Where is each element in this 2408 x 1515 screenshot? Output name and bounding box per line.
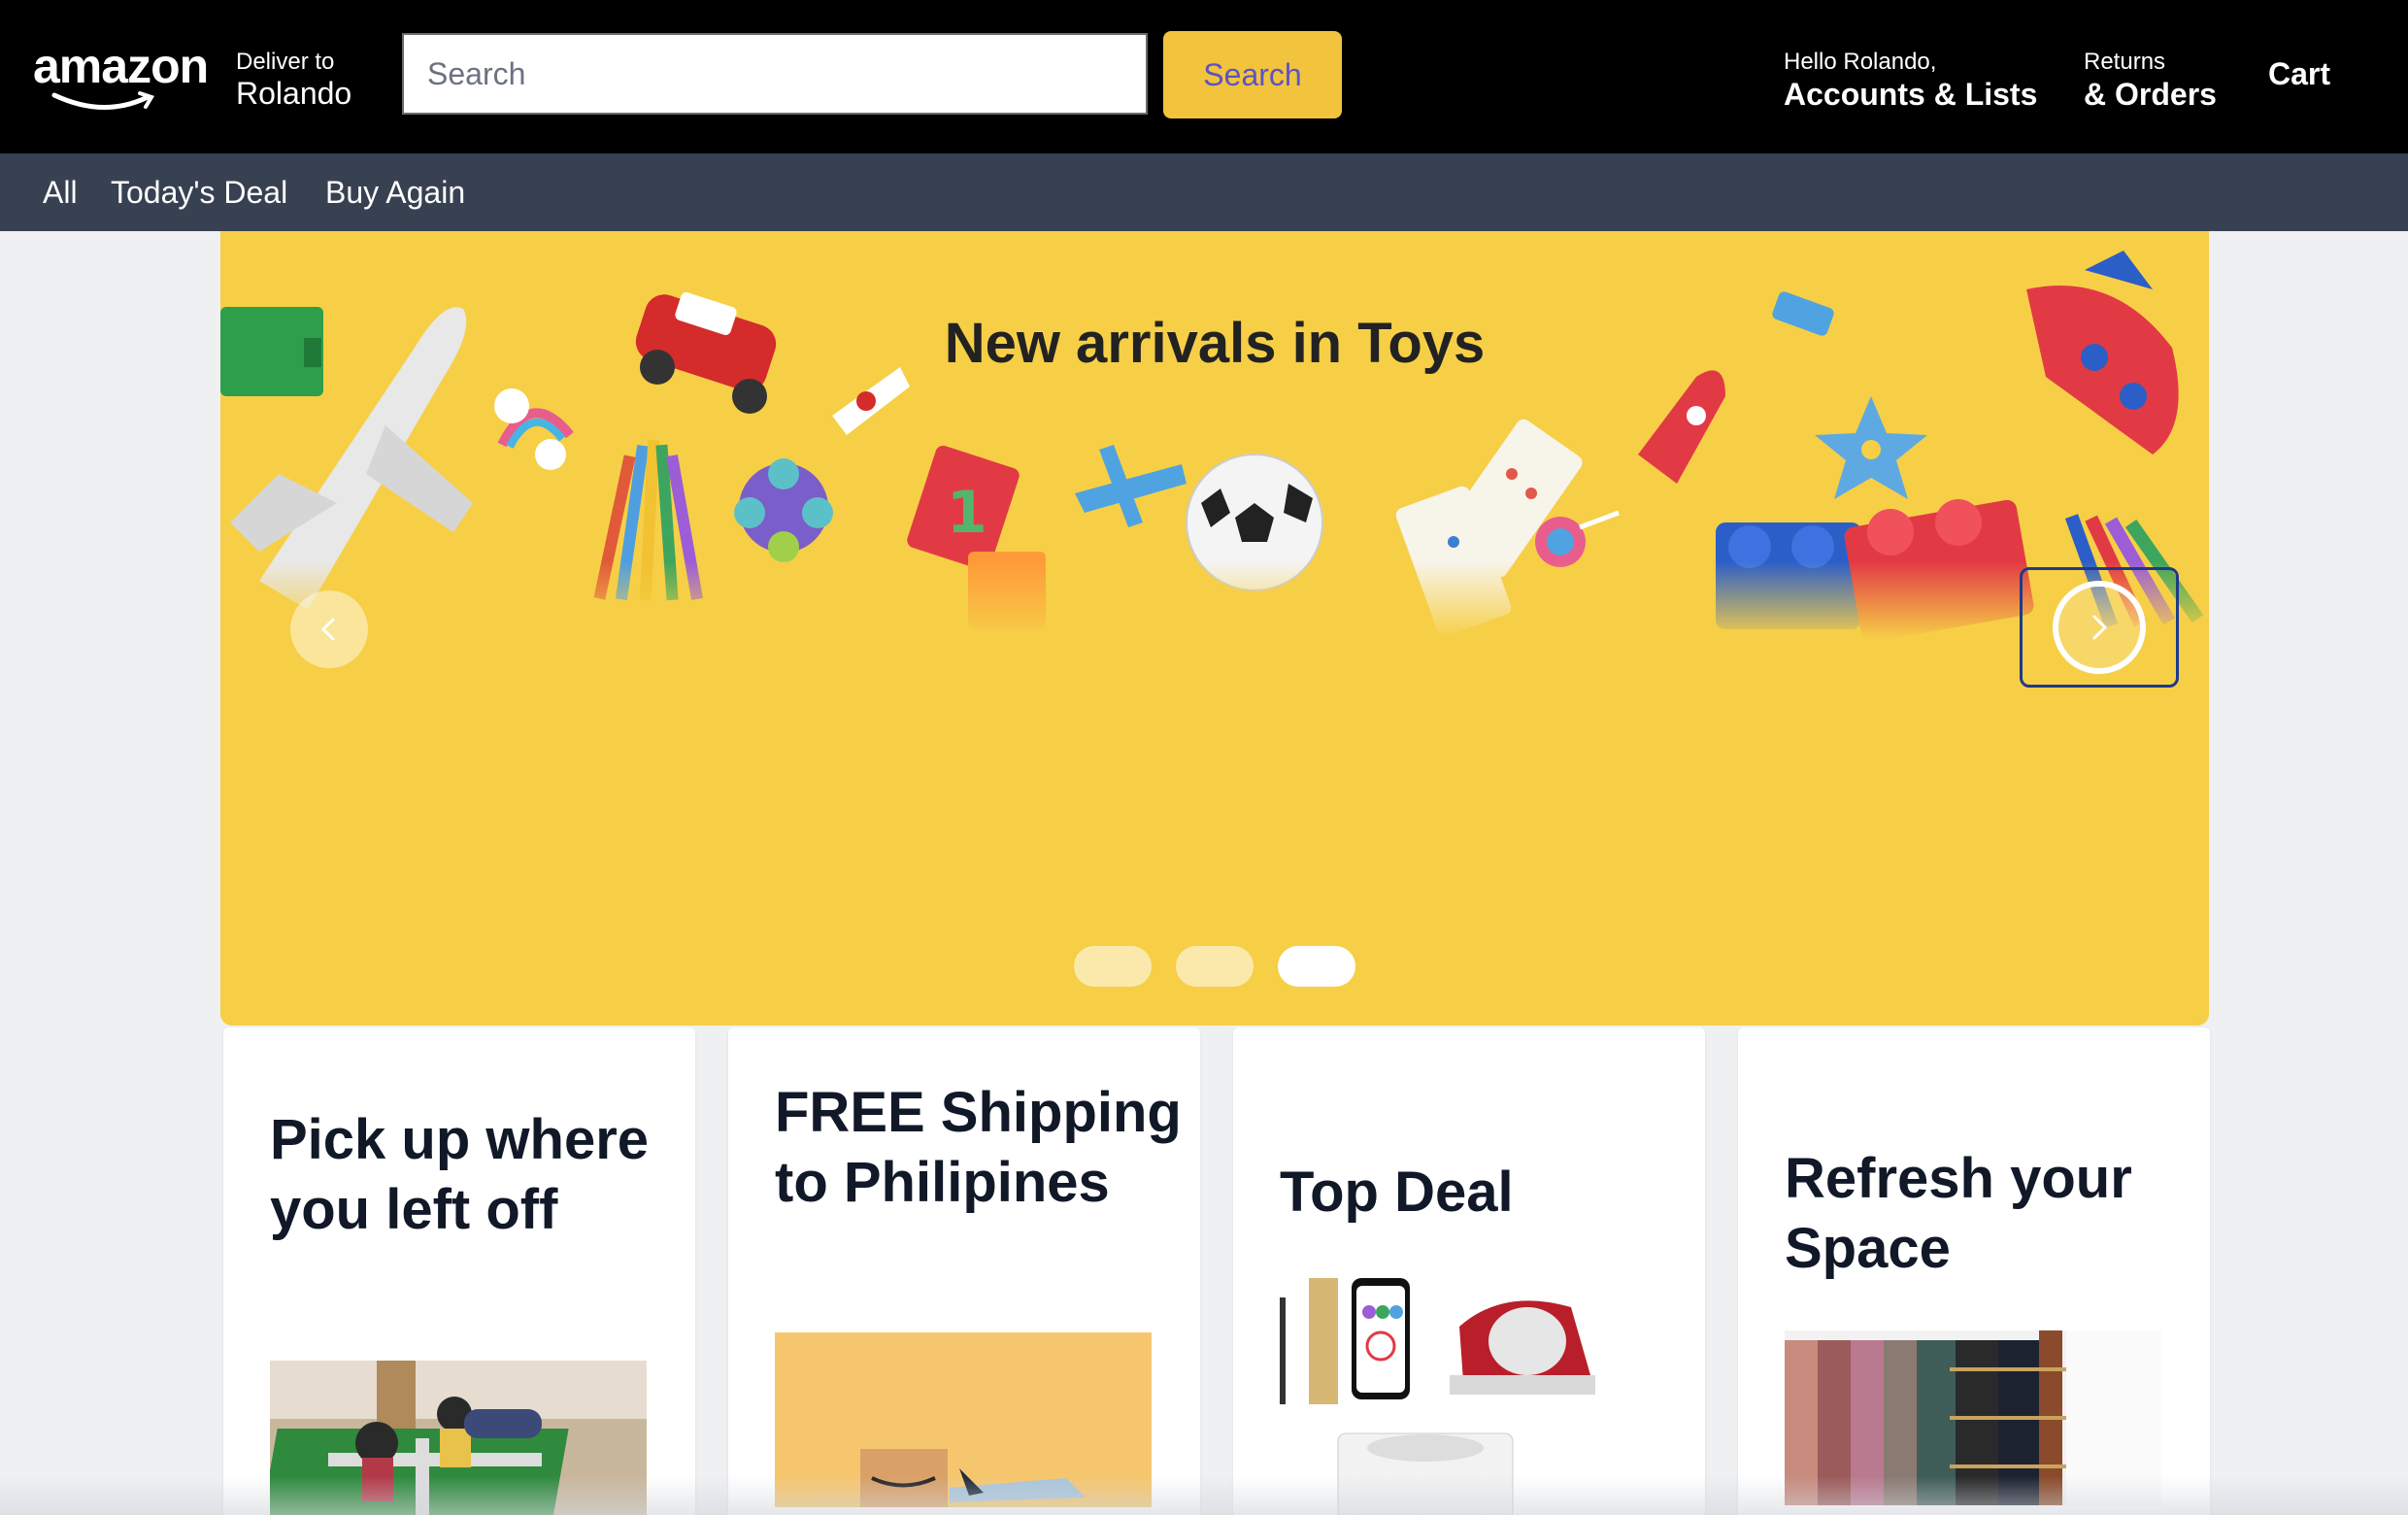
greeting-text: Hello Rolando, <box>1784 49 1937 75</box>
smile-icon <box>51 91 154 110</box>
card-title: Pick up where you left off <box>270 1108 650 1241</box>
sub-navigation: All Today's Deal Buy Again <box>0 153 2408 231</box>
card-pick-up[interactable]: Pick up where you left off <box>223 1027 695 1515</box>
card-top-deal[interactable]: Top Deal <box>1233 1027 1705 1515</box>
subnav-todays-deal[interactable]: Today's Deal <box>111 175 287 210</box>
hero-carousel: 1 New arrivals in Toys <box>220 231 2209 1026</box>
carousel-dot-1[interactable] <box>1074 946 1152 987</box>
returns-label: Returns <box>2084 49 2166 75</box>
card-title: FREE Shipping to Philipines <box>775 1081 1182 1214</box>
card-title: Top Deal <box>1280 1161 1514 1224</box>
deliver-name: Rolando <box>236 76 352 111</box>
orders-label: & Orders <box>2084 77 2217 112</box>
top-header: amazon Deliver to Rolando Search Hello R… <box>0 0 2408 153</box>
card-title: Refresh your Space <box>1785 1147 2132 1280</box>
carousel-prev-button[interactable] <box>290 590 368 668</box>
toys-banner-image: 1 <box>220 251 2209 639</box>
carousel-dot-3[interactable] <box>1278 946 1355 987</box>
subnav-buy-again[interactable]: Buy Again <box>325 175 465 210</box>
card-free-shipping[interactable]: FREE Shipping to Philipines <box>728 1027 1200 1515</box>
card-refresh-space[interactable]: Refresh your Space <box>1738 1027 2210 1515</box>
logo-text: amazon <box>33 39 209 93</box>
deliver-label: Deliver to <box>236 49 335 75</box>
accounts-lists[interactable]: Hello Rolando, Accounts & Lists <box>1784 49 2037 113</box>
deliver-to[interactable]: Deliver to Rolando <box>236 49 351 111</box>
carousel-next-circle <box>2053 581 2146 674</box>
search-input[interactable] <box>402 33 1148 115</box>
cart-link[interactable]: Cart <box>2268 56 2330 92</box>
carousel-dot-2[interactable] <box>1176 946 1254 987</box>
accounts-label: Accounts & Lists <box>1784 77 2038 112</box>
amazon-logo[interactable]: amazon <box>33 39 210 110</box>
chevron-right-icon <box>2092 615 2108 640</box>
page-bottom-fade <box>0 1476 2408 1515</box>
carousel-next-button[interactable] <box>2020 567 2179 688</box>
svg-text:1: 1 <box>947 479 987 547</box>
search-button[interactable]: Search <box>1163 31 1342 118</box>
hero-title: New arrivals in Toys <box>944 312 1486 375</box>
returns-orders[interactable]: Returns & Orders <box>2084 49 2217 113</box>
chevron-left-icon <box>320 618 335 641</box>
subnav-all[interactable]: All <box>43 175 78 210</box>
